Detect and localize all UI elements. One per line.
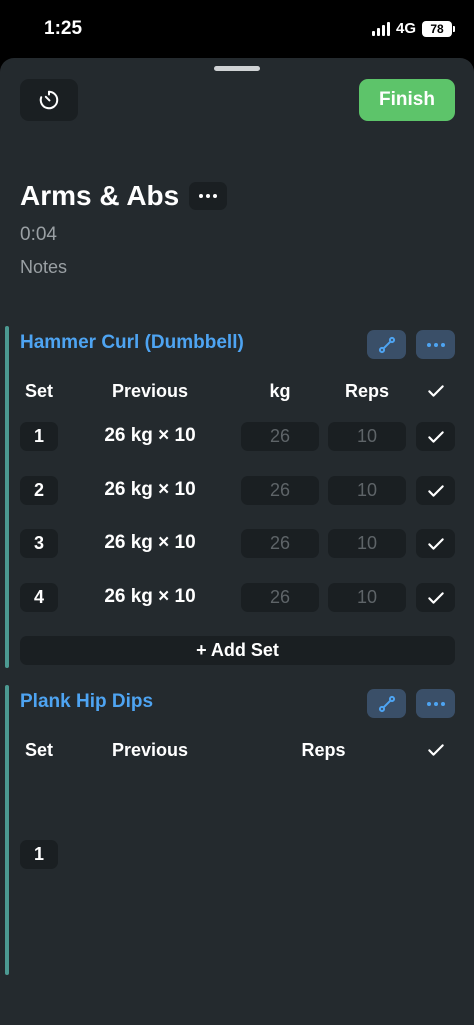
checkmark-icon: [427, 591, 444, 604]
set-number[interactable]: 1: [20, 840, 58, 869]
exercise-plank-hip-dips: Plank Hip Dips Set Previous Reps 1: [0, 685, 474, 975]
previous-value[interactable]: 26 kg × 10: [70, 586, 230, 608]
complete-set-button[interactable]: [416, 529, 455, 558]
checkmark-icon: [427, 430, 444, 443]
status-bar: 1:25 4G 78: [0, 0, 474, 58]
kg-input[interactable]: 26: [241, 422, 319, 451]
set-number[interactable]: 4: [20, 583, 58, 612]
network-type: 4G: [395, 20, 416, 37]
reps-input[interactable]: 10: [328, 476, 406, 505]
workout-title[interactable]: Arms & Abs: [20, 180, 179, 212]
finish-button[interactable]: Finish: [359, 79, 455, 121]
ellipsis-icon: [199, 194, 204, 198]
column-header-kg: kg: [269, 381, 291, 401]
complete-set-button[interactable]: [416, 476, 455, 505]
rest-timer-button[interactable]: [20, 79, 78, 121]
checkmark-icon: [427, 537, 444, 550]
complete-set-button[interactable]: [416, 422, 455, 451]
previous-value[interactable]: 26 kg × 10: [70, 479, 230, 501]
column-header-reps: Reps: [301, 740, 346, 760]
set-number[interactable]: 2: [20, 476, 58, 505]
exercise-more-button[interactable]: [416, 330, 455, 359]
workout-title-row: Arms & Abs: [20, 180, 228, 212]
set-number[interactable]: 3: [20, 529, 58, 558]
column-header-previous: Previous: [111, 740, 189, 760]
exercise-hammer-curl: Hammer Curl (Dumbbell) Set Previous kg R…: [0, 326, 474, 668]
set-number[interactable]: 1: [20, 422, 58, 451]
workout-more-button[interactable]: [189, 182, 228, 210]
elapsed-time: 0:04: [20, 224, 57, 245]
exercise-name[interactable]: Plank Hip Dips: [20, 691, 153, 713]
column-header-check: [416, 740, 455, 765]
exercise-name[interactable]: Hammer Curl (Dumbbell): [20, 332, 244, 354]
previous-value[interactable]: 26 kg × 10: [70, 425, 230, 447]
kg-input[interactable]: 26: [241, 583, 319, 612]
ellipsis-icon: [426, 342, 445, 347]
reps-input[interactable]: 10: [328, 529, 406, 558]
battery-level: 78: [430, 21, 444, 36]
column-header-set: Set: [24, 381, 53, 401]
add-set-button[interactable]: + Add Set: [20, 636, 455, 665]
ellipsis-icon: [426, 701, 445, 706]
checkmark-icon: [427, 484, 444, 497]
previous-value[interactable]: 26 kg × 10: [70, 532, 230, 554]
cellular-signal-icon: [371, 21, 390, 36]
status-time: 1:25: [44, 18, 83, 39]
link-chain-icon: [378, 336, 395, 353]
timer-icon: [39, 90, 59, 110]
reps-input[interactable]: 10: [328, 422, 406, 451]
checkmark-icon: [427, 744, 444, 756]
exercise-accent-bar: [5, 326, 9, 668]
link-chain-icon: [378, 695, 395, 712]
notes-field[interactable]: Notes: [20, 257, 67, 278]
complete-set-button[interactable]: [416, 583, 455, 612]
kg-input[interactable]: 26: [241, 529, 319, 558]
superset-button[interactable]: [367, 330, 406, 359]
column-header-set: Set: [24, 740, 53, 760]
column-header-check: [416, 381, 455, 406]
kg-input[interactable]: 26: [241, 476, 319, 505]
battery-icon: 78: [422, 20, 455, 37]
exercise-more-button[interactable]: [416, 689, 455, 718]
superset-button[interactable]: [367, 689, 406, 718]
exercise-accent-bar: [5, 685, 9, 975]
workout-sheet: Finish Arms & Abs 0:04 Notes Hammer Curl…: [0, 58, 474, 1025]
reps-input[interactable]: 10: [328, 583, 406, 612]
status-indicators: 4G 78: [371, 20, 455, 37]
column-header-previous: Previous: [111, 381, 189, 401]
checkmark-icon: [427, 385, 444, 397]
column-header-reps: Reps: [344, 381, 389, 401]
sheet-grabber[interactable]: [214, 66, 260, 71]
